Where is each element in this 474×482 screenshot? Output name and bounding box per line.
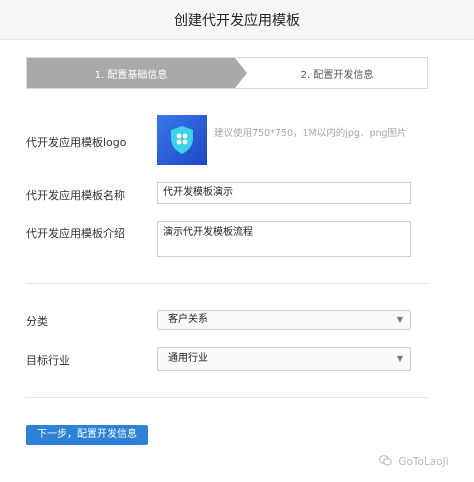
section-divider [26,397,428,398]
logo-label: 代开发应用模板logo [26,136,127,149]
page-title: 创建代开发应用模板 [174,13,300,29]
template-name-input[interactable]: 代开发模板演示 [157,182,411,204]
wechat-icon [379,455,392,469]
step-arrow [235,58,247,88]
logo-hint: 建议使用750*750，1M以内的jpg、png图片 [214,128,407,139]
category-select[interactable]: 客户关系 ▼ [157,310,411,330]
dropdown-caret-icon: ▼ [396,315,403,324]
name-label: 代开发应用模板名称 [26,189,125,202]
template-intro-textarea[interactable]: 演示代开发模板流程 [157,221,411,257]
step-basic-info-label: 1. 配置基础信息 [94,70,168,81]
industry-label: 目标行业 [26,354,70,367]
page-header: 创建代开发应用模板 [0,0,474,40]
watermark: GoToLaoJi [379,455,449,471]
next-step-button[interactable]: 下一步，配置开发信息 [26,425,148,445]
step-dev-info-label: 2. 配置开发信息 [300,70,374,81]
watermark-text: GoToLaoJi [398,456,449,468]
intro-label: 代开发应用模板介绍 [26,227,125,240]
category-select-value: 客户关系 [168,314,208,325]
step-indicator: 1. 配置基础信息 2. 配置开发信息 [26,57,428,89]
category-label: 分类 [26,315,48,328]
shield-icon [171,126,193,154]
app-logo-upload[interactable] [157,115,207,165]
section-divider [26,283,428,284]
industry-select[interactable]: 通用行业 ▼ [157,347,411,371]
step-basic-info: 1. 配置基础信息 [27,58,247,88]
industry-select-value: 通用行业 [168,353,208,364]
dropdown-caret-icon: ▼ [396,354,403,363]
